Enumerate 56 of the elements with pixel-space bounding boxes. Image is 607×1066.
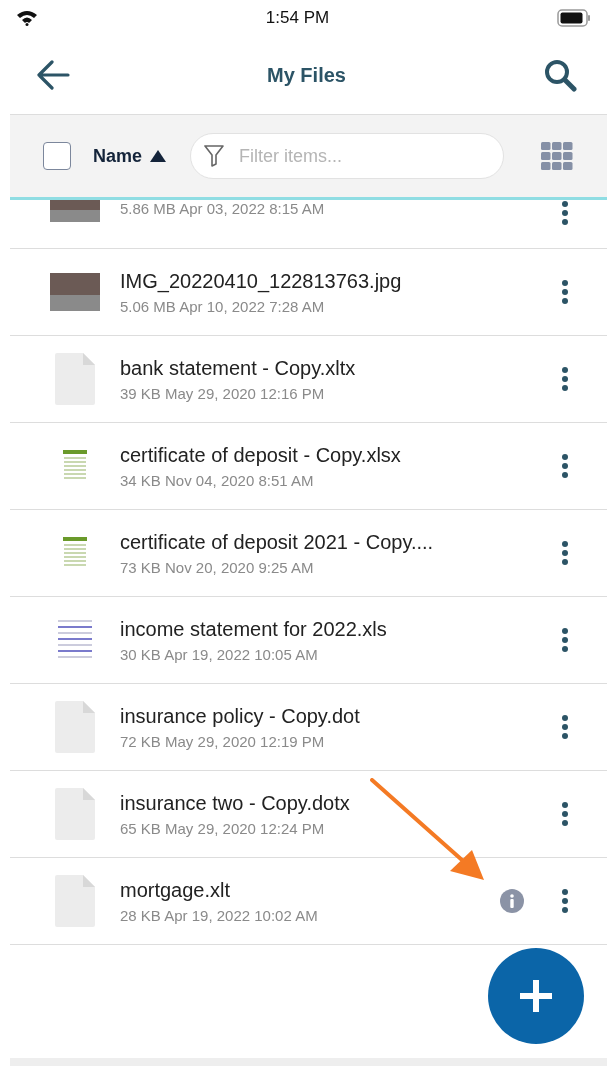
- more-options-icon[interactable]: [561, 801, 569, 827]
- file-icon: [55, 701, 95, 753]
- more-options-icon[interactable]: [561, 627, 569, 653]
- wifi-icon: [16, 10, 38, 26]
- file-icon: [55, 875, 95, 927]
- grid-view-icon[interactable]: [541, 142, 573, 170]
- more-options-icon[interactable]: [561, 540, 569, 566]
- filter-icon: [204, 145, 225, 167]
- file-name: IMG_20220410_122813763.jpg: [120, 269, 403, 293]
- battery-icon: [557, 9, 591, 27]
- more-options-icon[interactable]: [561, 366, 569, 392]
- file-icon: [55, 788, 95, 840]
- sort-ascending-icon: [150, 150, 167, 162]
- file-row[interactable]: insurance policy - Copy.dot 72 KB May 29, 2020 12:19 PM: [10, 684, 607, 771]
- file-row[interactable]: certificate of deposit - Copy.xlsx 34 KB Nov 04, 2020 8:51 AM: [10, 423, 607, 510]
- more-options-icon[interactable]: [561, 714, 569, 740]
- select-all-checkbox[interactable]: [43, 142, 71, 170]
- file-row[interactable]: insurance two - Copy.dotx 65 KB May 29, 2020 12:24 PM: [10, 771, 607, 858]
- more-options-icon[interactable]: [561, 279, 569, 305]
- file-name: mortgage.xlt: [120, 878, 232, 902]
- photo-placeholder: [50, 273, 100, 311]
- search-icon[interactable]: [543, 58, 577, 92]
- spreadsheet-thumbnail: [63, 537, 87, 569]
- file-details: 28 KB Apr 19, 2022 10:02 AM: [120, 906, 319, 924]
- file-icon: [55, 353, 95, 405]
- more-options-icon[interactable]: [561, 453, 569, 479]
- file-details: 39 KB May 29, 2020 12:16 PM: [120, 384, 326, 402]
- file-details: 72 KB May 29, 2020 12:19 PM: [120, 732, 326, 750]
- more-options-icon[interactable]: [561, 200, 569, 226]
- file-row[interactable]: bank statement - Copy.xltx 39 KB May 29, 2020 12:16 PM: [10, 336, 607, 423]
- sort-button[interactable]: Name: [93, 145, 167, 167]
- more-options-icon[interactable]: [561, 888, 569, 914]
- file-name: certificate of deposit 2021 - Copy....: [120, 530, 435, 554]
- plus-icon: [518, 978, 554, 1014]
- file-details: 73 KB Nov 20, 2020 9:25 AM: [120, 558, 315, 576]
- file-name: insurance policy - Copy.dot: [120, 704, 361, 728]
- filter-field[interactable]: Filter items...: [190, 133, 505, 179]
- file-row[interactable]: income statement for 2022.xls 30 KB Apr 19, 2022 10:05 AM: [10, 597, 607, 684]
- photo-placeholder: [50, 200, 100, 222]
- file-row[interactable]: IMG_20220410_122813763.jpg 5.06 MB Apr 10, 2022 7:28 AM: [10, 249, 607, 336]
- page-title: My Files: [267, 63, 346, 87]
- file-details: 5.06 MB Apr 10, 2022 7:28 AM: [120, 297, 326, 315]
- file-row[interactable]: certificate of deposit 2021 - Copy.... 73 KB Nov 20, 2020 9:25 AM: [10, 510, 607, 597]
- back-arrow-icon[interactable]: [36, 60, 70, 90]
- info-icon[interactable]: [499, 888, 525, 914]
- file-row[interactable]: 5.86 MB Apr 03, 2022 8:15 AM: [10, 200, 607, 249]
- spreadsheet-thumbnail: [63, 450, 87, 482]
- file-details: 65 KB May 29, 2020 12:24 PM: [120, 819, 326, 837]
- file-details: 34 KB Nov 04, 2020 8:51 AM: [120, 471, 315, 489]
- file-name: income statement for 2022.xls: [120, 617, 388, 641]
- file-details: 5.86 MB Apr 03, 2022 8:15 AM: [120, 200, 326, 217]
- file-details: 30 KB Apr 19, 2022 10:05 AM: [120, 645, 319, 663]
- file-name: insurance two - Copy.dotx: [120, 791, 351, 815]
- file-name: bank statement - Copy.xltx: [120, 356, 357, 380]
- file-name: certificate of deposit - Copy.xlsx: [120, 443, 402, 467]
- status-time: 1:54 PM: [265, 8, 330, 28]
